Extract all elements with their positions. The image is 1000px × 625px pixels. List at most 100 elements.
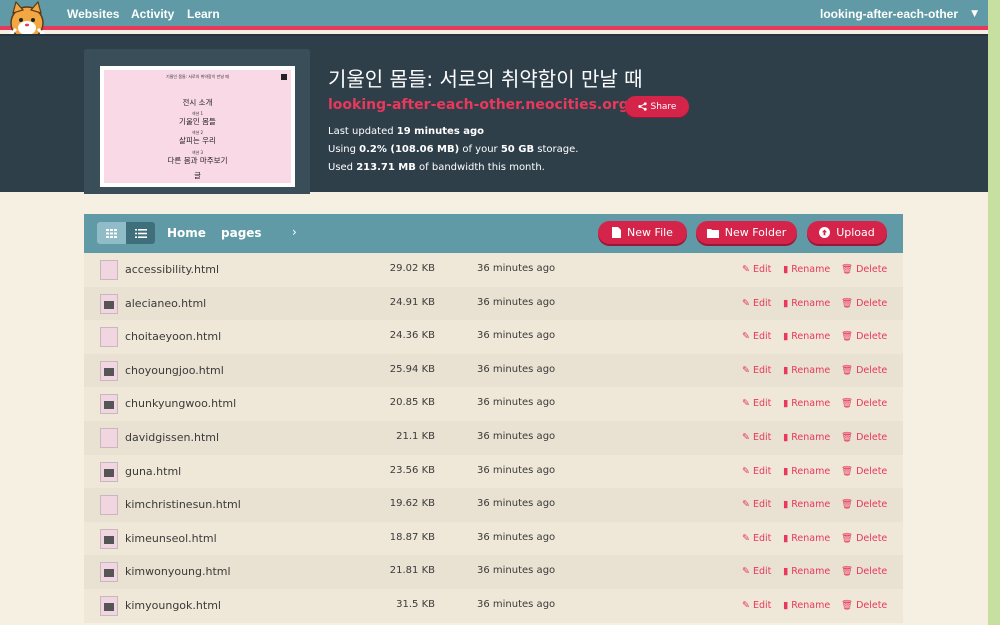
grid-icon bbox=[106, 228, 117, 238]
right-edge-strip bbox=[988, 0, 1000, 625]
delete-file-button[interactable]: 🗑 Delete bbox=[841, 600, 887, 611]
new-folder-button[interactable]: New Folder bbox=[696, 221, 797, 244]
breadcrumb-home[interactable]: Home bbox=[167, 226, 206, 240]
nav-websites-link[interactable]: Websites bbox=[67, 7, 119, 21]
site-thumbnail[interactable]: 기울인 몸들: 서로의 취약함이 만날 때 전시 소개 섹션 1 기울인 몸들 … bbox=[100, 66, 295, 187]
rename-file-button[interactable]: ▮ Rename bbox=[783, 533, 830, 544]
file-modified: 36 minutes ago bbox=[477, 498, 556, 510]
delete-file-button[interactable]: 🗑 Delete bbox=[841, 298, 887, 309]
file-icon: ▮ bbox=[783, 465, 789, 477]
user-menu[interactable]: looking-after-each-other bbox=[820, 7, 958, 21]
rename-file-button[interactable]: ▮ Rename bbox=[783, 432, 830, 443]
grid-view-button[interactable] bbox=[97, 222, 126, 244]
pencil-square-icon: ✎ bbox=[742, 532, 750, 544]
rename-file-button[interactable]: ▮ Rename bbox=[783, 298, 830, 309]
delete-file-button[interactable]: 🗑 Delete bbox=[841, 331, 887, 342]
rename-file-button[interactable]: ▮ Rename bbox=[783, 398, 830, 409]
file-modified: 36 minutes ago bbox=[477, 464, 556, 476]
rename-file-button[interactable]: ▮ Rename bbox=[783, 600, 830, 611]
table-row[interactable]: davidgissen.html 21.1 KB 36 minutes ago … bbox=[84, 420, 903, 455]
pencil-square-icon: ✎ bbox=[742, 264, 750, 275]
site-thumbnail-frame: 기울인 몸들: 서로의 취약함이 만날 때 전시 소개 섹션 1 기울인 몸들 … bbox=[84, 49, 310, 194]
table-row[interactable]: kimchristinesun.html 19.62 KB 36 minutes… bbox=[84, 488, 903, 522]
edit-file-button[interactable]: ✎ Edit bbox=[742, 466, 771, 477]
trash-icon: 🗑 bbox=[841, 566, 854, 578]
rename-file-button[interactable]: ▮ Rename bbox=[783, 365, 830, 376]
delete-file-button[interactable]: 🗑 Delete bbox=[841, 264, 887, 275]
file-name-link[interactable]: alecianeo.html bbox=[125, 297, 206, 310]
table-row[interactable]: kimwonyoung.html 21.81 KB 36 minutes ago… bbox=[84, 555, 903, 589]
file-modified: 36 minutes ago bbox=[477, 430, 556, 442]
edit-file-button[interactable]: ✎ Edit bbox=[742, 432, 771, 443]
edit-file-button[interactable]: ✎ Edit bbox=[742, 298, 771, 309]
file-size: 24.91 KB bbox=[389, 296, 435, 308]
delete-file-button[interactable]: 🗑 Delete bbox=[841, 466, 887, 477]
trash-icon: 🗑 bbox=[841, 465, 854, 477]
new-file-button[interactable]: New File bbox=[598, 221, 687, 244]
nav-learn-link[interactable]: Learn bbox=[187, 7, 220, 21]
pencil-square-icon: ✎ bbox=[742, 465, 750, 477]
site-url-link[interactable]: looking-after-each-other.neocities.org bbox=[328, 97, 629, 113]
table-row[interactable]: choitaeyoon.html 24.36 KB 36 minutes ago… bbox=[84, 320, 903, 354]
file-icon: ▮ bbox=[783, 364, 789, 376]
chevron-down-icon[interactable]: ▼ bbox=[971, 9, 978, 19]
delete-file-button[interactable]: 🗑 Delete bbox=[841, 499, 887, 510]
edit-file-button[interactable]: ✎ Edit bbox=[742, 365, 771, 376]
file-icon: ▮ bbox=[783, 331, 789, 343]
delete-file-button[interactable]: 🗑 Delete bbox=[841, 398, 887, 409]
file-size: 18.87 KB bbox=[389, 531, 435, 543]
edit-file-button[interactable]: ✎ Edit bbox=[742, 566, 771, 577]
thumbnail-line: 전시 소개 bbox=[182, 98, 213, 107]
bandwidth-usage-text: Used 213.71 MB of bandwidth this month. bbox=[328, 162, 545, 173]
file-icon: ▮ bbox=[783, 566, 789, 578]
trash-icon: 🗑 bbox=[841, 431, 854, 443]
rename-file-button[interactable]: ▮ Rename bbox=[783, 466, 830, 477]
file-size: 21.81 KB bbox=[389, 565, 435, 577]
file-name-link[interactable]: kimyoungok.html bbox=[125, 599, 221, 612]
table-row[interactable]: alecianeo.html 24.91 KB 36 minutes ago ✎… bbox=[84, 286, 903, 321]
table-row[interactable]: chunkyungwoo.html 20.85 KB 36 minutes ag… bbox=[84, 387, 903, 421]
delete-file-button[interactable]: 🗑 Delete bbox=[841, 365, 887, 376]
file-name-link[interactable]: choyoungjoo.html bbox=[125, 364, 224, 377]
edit-file-button[interactable]: ✎ Edit bbox=[742, 533, 771, 544]
edit-file-button[interactable]: ✎ Edit bbox=[742, 331, 771, 342]
file-name-link[interactable]: accessibility.html bbox=[125, 263, 219, 276]
edit-file-button[interactable]: ✎ Edit bbox=[742, 600, 771, 611]
trash-icon: 🗑 bbox=[841, 331, 854, 343]
list-view-button[interactable] bbox=[126, 222, 155, 244]
file-name-link[interactable]: kimeunseol.html bbox=[125, 532, 217, 545]
html-file-thumbnail-icon bbox=[100, 394, 118, 415]
delete-file-button[interactable]: 🗑 Delete bbox=[841, 533, 887, 544]
file-list: accessibility.html 29.02 KB 36 minutes a… bbox=[84, 253, 903, 623]
file-modified: 36 minutes ago bbox=[477, 397, 556, 409]
delete-file-button[interactable]: 🗑 Delete bbox=[841, 566, 887, 577]
table-row[interactable]: kimyoungok.html 31.5 KB 36 minutes ago ✎… bbox=[84, 588, 903, 623]
file-name-link[interactable]: kimchristinesun.html bbox=[125, 498, 241, 511]
upload-button[interactable]: Upload bbox=[807, 221, 887, 244]
table-row[interactable]: kimeunseol.html 18.87 KB 36 minutes ago … bbox=[84, 521, 903, 556]
file-name-link[interactable]: kimwonyoung.html bbox=[125, 565, 231, 578]
rename-file-button[interactable]: ▮ Rename bbox=[783, 264, 830, 275]
edit-file-button[interactable]: ✎ Edit bbox=[742, 398, 771, 409]
pencil-square-icon: ✎ bbox=[742, 364, 750, 376]
rename-file-button[interactable]: ▮ Rename bbox=[783, 566, 830, 577]
rename-file-button[interactable]: ▮ Rename bbox=[783, 499, 830, 510]
html-file-thumbnail-icon bbox=[100, 528, 118, 549]
table-row[interactable]: choyoungjoo.html 25.94 KB 36 minutes ago… bbox=[84, 353, 903, 388]
table-row[interactable]: guna.html 23.56 KB 36 minutes ago ✎ Edit … bbox=[84, 454, 903, 489]
file-modified: 36 minutes ago bbox=[477, 531, 556, 543]
file-name-link[interactable]: guna.html bbox=[125, 465, 181, 478]
folder-icon bbox=[706, 228, 719, 238]
nav-activity-link[interactable]: Activity bbox=[131, 7, 174, 21]
file-name-link[interactable]: choitaeyoon.html bbox=[125, 330, 221, 343]
file-size: 25.94 KB bbox=[389, 363, 435, 375]
share-button[interactable]: Share bbox=[625, 96, 689, 117]
file-icon: ▮ bbox=[783, 398, 789, 410]
table-row[interactable]: accessibility.html 29.02 KB 36 minutes a… bbox=[84, 253, 903, 287]
delete-file-button[interactable]: 🗑 Delete bbox=[841, 432, 887, 443]
rename-file-button[interactable]: ▮ Rename bbox=[783, 331, 830, 342]
file-name-link[interactable]: chunkyungwoo.html bbox=[125, 397, 236, 410]
edit-file-button[interactable]: ✎ Edit bbox=[742, 499, 771, 510]
edit-file-button[interactable]: ✎ Edit bbox=[742, 264, 771, 275]
file-name-link[interactable]: davidgissen.html bbox=[125, 431, 219, 444]
